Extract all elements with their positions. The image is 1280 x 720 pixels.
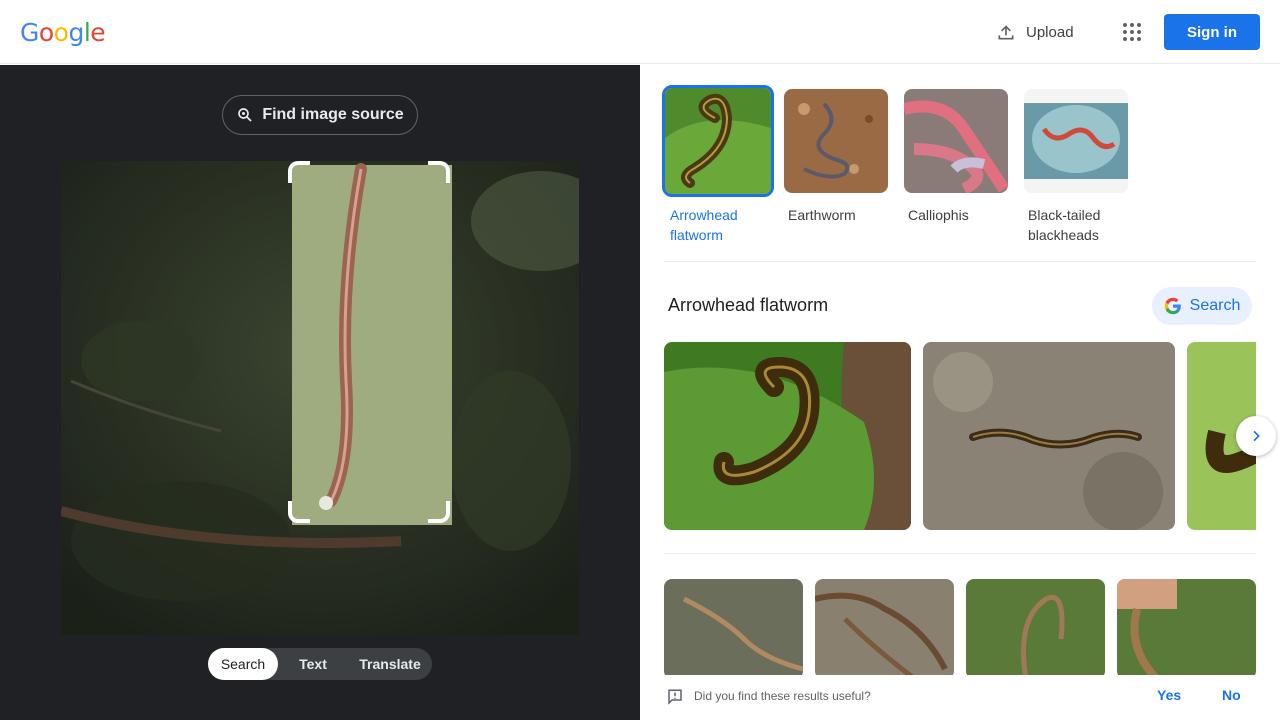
result-image[interactable]: [1117, 579, 1256, 679]
match-earthworm[interactable]: Earthworm: [784, 89, 892, 245]
match-label: Black-tailed blackheads: [1028, 207, 1101, 243]
apps-button[interactable]: [1116, 16, 1148, 48]
carousel-image[interactable]: [923, 342, 1175, 530]
divider: [664, 261, 1256, 262]
tab-search[interactable]: Search: [208, 648, 278, 680]
entity-title: Arrowhead flatworm: [668, 295, 829, 315]
find-source-label: Find image source: [262, 106, 404, 123]
upload-icon: [996, 22, 1016, 42]
feedback-question: Did you find these results useful?: [694, 689, 871, 703]
top-bar: Google Upload Sign in: [0, 0, 1280, 64]
crop-handle-bottom-left[interactable]: [288, 501, 310, 523]
match-label: Calliophis: [908, 207, 969, 223]
match-thumbnail: [1024, 89, 1128, 193]
feedback-bar: Did you find these results useful? Yes N…: [640, 675, 1280, 720]
feedback-yes-button[interactable]: Yes: [1157, 687, 1181, 703]
google-logo[interactable]: Google: [20, 18, 106, 48]
divider: [664, 553, 1256, 554]
results-grid: [664, 579, 1256, 679]
upload-label: Upload: [1026, 23, 1074, 41]
find-image-source-button[interactable]: Find image source: [222, 95, 418, 135]
carousel-image[interactable]: [664, 342, 911, 530]
tab-text[interactable]: Text: [278, 648, 348, 680]
lens-search-icon: [236, 106, 254, 124]
lens-mode-tabs: Search Text Translate: [208, 648, 432, 680]
tab-translate[interactable]: Translate: [348, 648, 432, 680]
uploaded-image[interactable]: [61, 161, 579, 635]
match-thumbnail: [662, 85, 774, 197]
match-arrowhead-flatworm[interactable]: Arrowhead flatworm: [662, 85, 774, 245]
google-g-icon: [1164, 297, 1182, 315]
sign-in-button[interactable]: Sign in: [1164, 14, 1260, 50]
result-image[interactable]: [815, 579, 954, 679]
match-label: Earthworm: [788, 207, 856, 223]
apps-grid-icon: [1123, 23, 1141, 41]
upload-button[interactable]: Upload: [988, 16, 1082, 48]
match-thumbnail: [784, 89, 888, 193]
result-image[interactable]: [664, 579, 803, 679]
crop-handle-bottom-right[interactable]: [428, 501, 450, 523]
crop-handle-top-right[interactable]: [428, 161, 450, 183]
feedback-icon: [666, 688, 684, 706]
match-calliophis[interactable]: Calliophis: [904, 89, 1012, 245]
feedback-no-button[interactable]: No: [1222, 687, 1241, 703]
crop-selection[interactable]: [288, 161, 450, 523]
entity-search-label: Search: [1189, 297, 1241, 314]
chevron-right-icon: [1248, 428, 1264, 444]
match-label: Arrowhead flatworm: [670, 207, 738, 243]
result-image[interactable]: [966, 579, 1105, 679]
carousel-next-button[interactable]: [1236, 416, 1276, 456]
lens-image-panel: Find image source Search Text Translate: [0, 65, 640, 720]
visual-matches-row: Arrowhead flatworm Earthworm Calliophis …: [662, 85, 1132, 245]
entity-search-button[interactable]: Search: [1152, 287, 1252, 325]
results-panel: Arrowhead flatworm Earthworm Calliophis …: [640, 65, 1280, 720]
match-thumbnail: [904, 89, 1008, 193]
image-carousel: [664, 342, 1256, 530]
crop-handle-top-left[interactable]: [288, 161, 310, 183]
match-black-tailed-blackheads[interactable]: Black-tailed blackheads: [1024, 89, 1132, 245]
